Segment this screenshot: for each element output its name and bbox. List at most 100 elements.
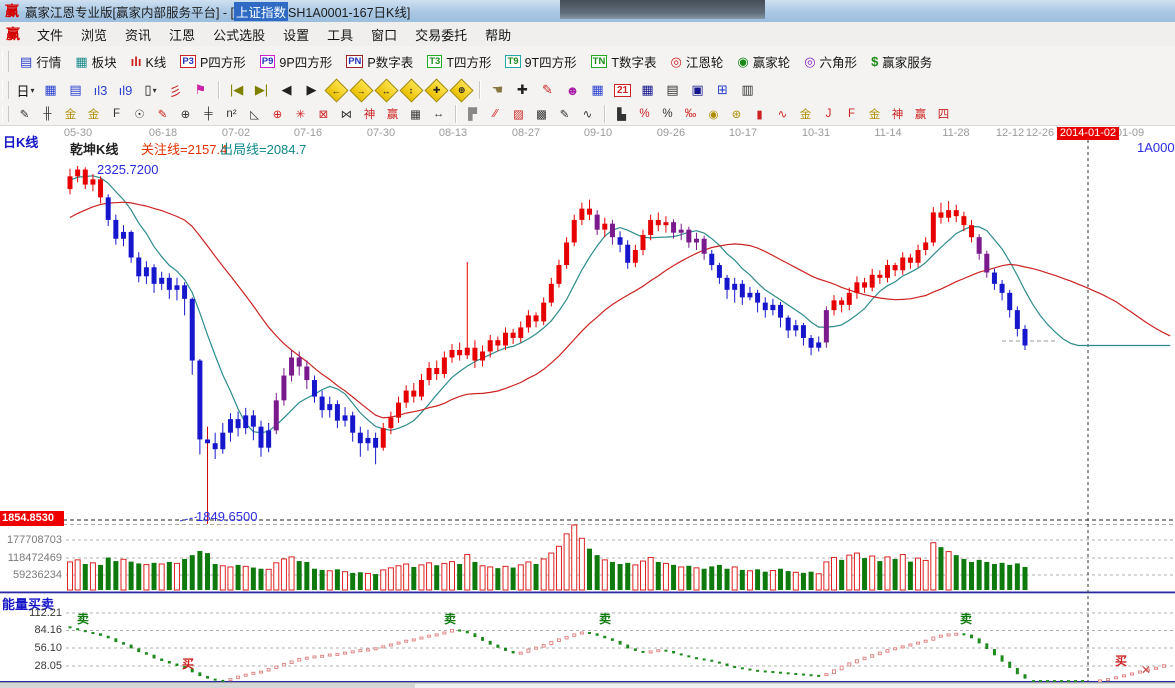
menu-文件[interactable]: 文件 — [28, 22, 72, 47]
tool-gold-section2[interactable]: 金 — [83, 105, 104, 123]
tool-quotes[interactable]: ▤行情 — [13, 50, 68, 73]
tool-dense-grid[interactable]: ╪ — [198, 105, 219, 123]
tool-candle-pen[interactable]: ▮ — [749, 105, 770, 123]
tool-red-star[interactable]: ✳ — [290, 105, 311, 123]
tool-red-pencil[interactable]: ✎ — [152, 105, 173, 123]
tool-prev-page[interactable]: ◀ — [275, 80, 298, 101]
tool-flag-tool[interactable]: ⚑ — [189, 80, 212, 101]
tool-grid-tool[interactable]: ▦ — [405, 105, 426, 123]
horizontal-scrollbar[interactable] — [0, 682, 1175, 688]
tool-period-selector[interactable]: 日▾ — [14, 80, 37, 101]
tool-f-line[interactable]: F — [841, 105, 862, 123]
tool-gold-ring[interactable]: ⊛ — [726, 105, 747, 123]
tool-first-page[interactable]: |◀ — [225, 80, 248, 101]
tool-pencil[interactable]: ✎ — [14, 105, 35, 123]
tool-fib-tool[interactable]: F — [106, 105, 127, 123]
volume-bar — [923, 560, 928, 590]
tool-gann-grid[interactable]: ╫ — [37, 105, 58, 123]
tool-n-square[interactable]: n² — [221, 105, 242, 123]
wave-line-icon: ∿ — [778, 107, 788, 121]
tool-service[interactable]: $赢家服务 — [864, 50, 939, 73]
menu-帮助[interactable]: 帮助 — [476, 22, 520, 47]
tool-shen-line[interactable]: 神 — [887, 105, 908, 123]
tool-spiral[interactable]: ☉ — [129, 105, 150, 123]
tool-calendar-21[interactable]: 21 — [611, 80, 634, 101]
menu-窗口[interactable]: 窗口 — [362, 22, 406, 47]
tool-t-table[interactable]: TNT数字表 — [584, 50, 664, 73]
tool-export[interactable]: ⊞ — [711, 80, 734, 101]
tool-red-fan[interactable]: ∕∕ — [485, 105, 506, 123]
menu-资讯[interactable]: 资讯 — [116, 22, 160, 47]
tool-p-table[interactable]: PNP数字表 — [339, 50, 420, 73]
tool-gold-section[interactable]: 金 — [60, 105, 81, 123]
tool-expand-v[interactable]: ↕ — [400, 80, 423, 101]
tool-j-line[interactable]: J — [818, 105, 839, 123]
tool-corner-grid[interactable]: ▛ — [462, 105, 483, 123]
tool-gold-slash[interactable]: 金 — [864, 105, 885, 123]
tool-mask-tool[interactable]: ☻ — [561, 80, 584, 101]
tool-hand-tool[interactable]: ☚ — [486, 80, 509, 101]
tool-hexagon[interactable]: ◎六角形 — [797, 50, 864, 73]
pencil-icon: ✎ — [20, 107, 30, 121]
tool-f10-info[interactable]: ▤ — [64, 80, 87, 101]
tool-p-square[interactable]: P3P四方形 — [173, 50, 252, 73]
tool-shift-right[interactable]: → — [350, 80, 373, 101]
menu-交易委托[interactable]: 交易委托 — [406, 22, 476, 47]
tool-gold-circle[interactable]: ◉ — [703, 105, 724, 123]
tool-zigzag[interactable]: ∿ — [577, 105, 598, 123]
tool-gold-line[interactable]: 金 — [795, 105, 816, 123]
tool-percent-7[interactable]: % — [634, 105, 655, 123]
tool-line-pencil[interactable]: ✎ — [554, 105, 575, 123]
tool-print[interactable]: ▥ — [736, 80, 759, 101]
tool-permille[interactable]: ‰ — [680, 105, 701, 123]
tool-color-tool[interactable]: 彡 — [164, 80, 187, 101]
tool-save[interactable]: ▣ — [686, 80, 709, 101]
tool-zoom-cross[interactable]: ✚ — [425, 80, 448, 101]
tool-fan-box[interactable]: ▨ — [508, 105, 529, 123]
panel-title-daily-kline[interactable]: 日K线 — [3, 132, 38, 151]
tool-bowtie[interactable]: ⋈ — [336, 105, 357, 123]
tool-expand-h[interactable]: ↔ — [375, 80, 398, 101]
tool-ying-tool[interactable]: 赢 — [382, 105, 403, 123]
tool-wave-line[interactable]: ∿ — [772, 105, 793, 123]
tool-chart-window[interactable]: ▦ — [39, 80, 62, 101]
tool-zoom-all[interactable]: ⊕ — [450, 80, 473, 101]
tool-grid-48[interactable]: ▦ — [586, 80, 609, 101]
tool-t-square[interactable]: T3T四方形 — [420, 50, 498, 73]
tool-web-box[interactable]: ▩ — [531, 105, 552, 123]
tool-notes[interactable]: ▤ — [661, 80, 684, 101]
tool-last-page[interactable]: ▶| — [250, 80, 273, 101]
tool-circle-cycle[interactable]: ⊕ — [175, 105, 196, 123]
tool-sectors[interactable]: ▦板块 — [68, 50, 123, 73]
tool-red-box[interactable]: ⊠ — [313, 105, 334, 123]
menu-浏览[interactable]: 浏览 — [72, 22, 116, 47]
tool-angle-tool[interactable]: ◺ — [244, 105, 265, 123]
tool-red-target[interactable]: ⊕ — [267, 105, 288, 123]
tool-9t-square[interactable]: T99T四方形 — [498, 50, 583, 73]
tool-percent[interactable]: % — [657, 105, 678, 123]
tool-si-line[interactable]: 四 — [933, 105, 954, 123]
tool-ying-line[interactable]: 赢 — [910, 105, 931, 123]
tool-width-tool[interactable]: ↔ — [428, 105, 449, 123]
tool-calculator[interactable]: ▦ — [636, 80, 659, 101]
menu-江恩[interactable]: 江恩 — [160, 22, 204, 47]
menu-工具[interactable]: 工具 — [318, 22, 362, 47]
menu-公式选股[interactable]: 公式选股 — [204, 22, 274, 47]
volume-bar — [587, 549, 592, 590]
tool-shift-left[interactable]: ← — [325, 80, 348, 101]
menu-设置[interactable]: 设置 — [274, 22, 318, 47]
tool-bars-3[interactable]: ıl3 — [89, 80, 112, 101]
tool-next-page[interactable]: ▶ — [300, 80, 323, 101]
tool-bars-9[interactable]: ıl9 — [114, 80, 137, 101]
scrollbar-thumb[interactable] — [415, 684, 1175, 688]
candle-body — [365, 438, 370, 443]
tool-gann-wheel[interactable]: ◎江恩轮 — [663, 50, 730, 73]
tool-kline[interactable]: ılıK线 — [124, 50, 174, 73]
tool-annotate-pen[interactable]: ✎ — [536, 80, 559, 101]
tool-price-bars[interactable]: ▙ — [611, 105, 632, 123]
tool-9p-square[interactable]: P99P四方形 — [253, 50, 339, 73]
tool-shen-tool[interactable]: 神 — [359, 105, 380, 123]
tool-crosshair-tool[interactable]: ✚ — [511, 80, 534, 101]
tool-candle-style[interactable]: ▯▾ — [139, 80, 162, 101]
tool-winner-wheel[interactable]: ◉赢家轮 — [730, 50, 797, 73]
